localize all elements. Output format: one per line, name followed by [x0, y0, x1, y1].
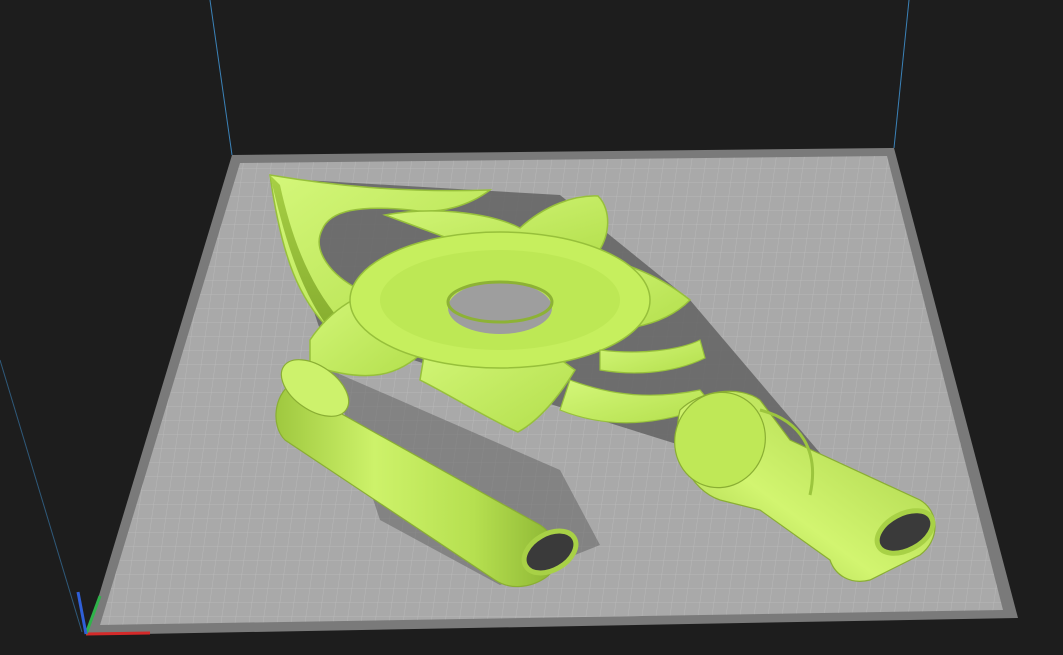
- viewport-canvas[interactable]: [0, 0, 1063, 655]
- 3d-viewport[interactable]: [0, 0, 1063, 655]
- z-axis: [76, 591, 88, 635]
- flower-center-hole: [448, 282, 552, 334]
- x-axis: [85, 631, 151, 636]
